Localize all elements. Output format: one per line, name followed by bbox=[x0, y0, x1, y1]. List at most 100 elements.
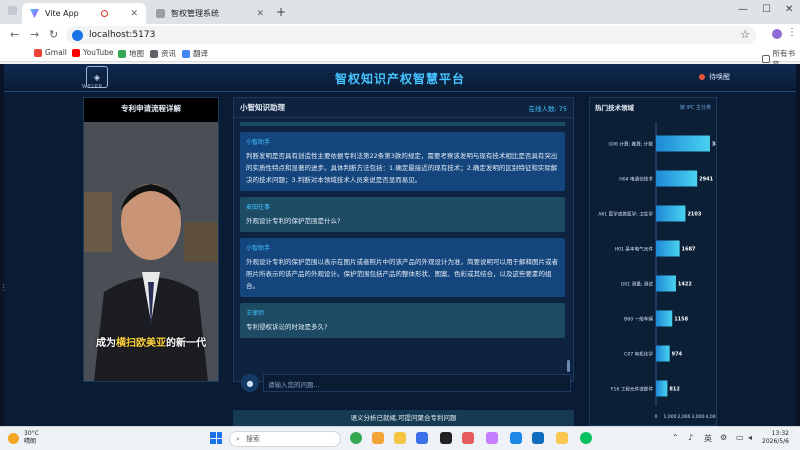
chat-scrollbar[interactable] bbox=[567, 360, 570, 372]
maps-icon bbox=[118, 49, 126, 58]
address-bar-row: ← → ↻ localhost:5173 ☆ bbox=[0, 24, 800, 46]
bookmark-youtube[interactable]: YouTube bbox=[72, 48, 114, 57]
chrome-icon[interactable] bbox=[350, 432, 362, 444]
bar[interactable] bbox=[656, 205, 686, 222]
app-icon[interactable] bbox=[462, 432, 474, 444]
maximize-icon[interactable]: ☐ bbox=[762, 4, 771, 15]
new-tab-button[interactable]: + bbox=[276, 5, 286, 19]
online-count: 在线人数: 75 bbox=[528, 104, 567, 113]
category-label: A61 医学或兽医学; 卫生学 bbox=[598, 211, 653, 218]
minimize-icon[interactable]: — bbox=[738, 4, 748, 15]
address-bar[interactable]: localhost:5173 ☆ bbox=[66, 26, 756, 44]
bookmark-gmail[interactable]: Gmail bbox=[34, 48, 67, 57]
x-tick-label: 3,000 bbox=[692, 414, 705, 420]
penguin-icon[interactable] bbox=[440, 432, 452, 444]
category-label: H01 基本电气元件 bbox=[615, 246, 654, 253]
taskbar-clock[interactable]: 13:32 2026/5/6 bbox=[762, 430, 789, 446]
folder-icon bbox=[762, 55, 770, 63]
category-label: H04 电通信技术 bbox=[619, 176, 653, 183]
bar[interactable] bbox=[656, 310, 673, 327]
presenter-video[interactable]: 成为横扫欧美亚的新一代 bbox=[84, 122, 218, 381]
bar[interactable] bbox=[656, 170, 698, 187]
bookmark-translate[interactable]: 翻译 bbox=[182, 48, 208, 59]
bar[interactable] bbox=[656, 380, 668, 397]
tab-management-system[interactable]: 智权管理系统 ✕ bbox=[148, 3, 272, 24]
settings-icon[interactable] bbox=[372, 432, 384, 444]
search-icon: ⌕ bbox=[236, 434, 240, 443]
microphone-icon[interactable]: ♪ bbox=[688, 433, 693, 442]
chat-message: 麦田往事 外观设计专利的保护范围是什么? bbox=[240, 197, 565, 232]
profile-avatar[interactable] bbox=[772, 29, 782, 39]
message-sender: 王律师 bbox=[246, 310, 265, 317]
bar[interactable] bbox=[656, 135, 710, 152]
page-title: 智权知识产权智慧平台 bbox=[334, 72, 465, 86]
bar[interactable] bbox=[656, 345, 670, 362]
ime-indicator[interactable]: 英 bbox=[704, 433, 712, 444]
close-icon[interactable]: ✕ bbox=[130, 9, 138, 19]
app-icon[interactable] bbox=[486, 432, 498, 444]
weather-widget[interactable]: 30°C 晴朗 bbox=[8, 430, 39, 446]
data-label: 2941 bbox=[699, 177, 713, 183]
recording-icon bbox=[101, 10, 109, 17]
tab-strip: Vite App ✕ 智权管理系统 ✕ + — ☐ ✕ bbox=[0, 0, 800, 24]
bookmark-news[interactable]: 资讯 bbox=[150, 48, 176, 59]
tech-field-panel: 热门技术领域 按 IPC 主分类 G06 计算; 推算; 计数 3852 H04 电… bbox=[589, 97, 717, 426]
app-icon[interactable] bbox=[416, 432, 428, 444]
taskbar: 30°C 晴朗 ⌕ 搜索 ⌃ ♪ 英 ⚙ ▭ ◂ 13:32 2026/5/6 bbox=[0, 426, 800, 450]
chat-message: 王律师 专利侵权诉讼的时效是多久? bbox=[240, 303, 565, 338]
chat-messages[interactable]: 小智助手 判断发明是否具有创造性主要依据专利法第22条第3款的规定，需要考察该发… bbox=[240, 122, 565, 368]
chat-title: 小智知识助理 bbox=[240, 103, 285, 112]
browser-chrome: Vite App ✕ 智权管理系统 ✕ + — ☐ ✕ ← → ↻ localh… bbox=[0, 0, 800, 69]
close-icon[interactable]: ✕ bbox=[256, 9, 264, 19]
app-root: ◈ WEIPR 智权知识产权智慧平台 待唤醒 专利申请流程详解 成为横扫欧美亚的… bbox=[4, 64, 796, 426]
back-icon[interactable]: ← bbox=[10, 28, 19, 41]
tech-panel-title: 热门技术领域 bbox=[595, 104, 634, 112]
video-caption: 成为横扫欧美亚的新一代 bbox=[96, 338, 206, 349]
reload-icon[interactable]: ↻ bbox=[49, 28, 58, 41]
news-icon bbox=[150, 49, 158, 58]
video-panel-title: 专利申请流程详解 bbox=[84, 98, 218, 122]
weather-temp: 30°C bbox=[24, 430, 39, 437]
message-text: 判断发明是否具有创造性主要依据专利法第22条第3款的规定，需要考察该发明与现有技… bbox=[246, 152, 558, 184]
settings-tray-icon[interactable]: ⚙ bbox=[720, 433, 727, 442]
microphone-icon[interactable]: ● bbox=[241, 374, 259, 392]
clock-time: 13:32 bbox=[771, 430, 789, 437]
bookmark-star-icon[interactable]: ☆ bbox=[740, 28, 750, 41]
chevron-up-icon[interactable]: ⌃ bbox=[672, 433, 679, 442]
tab-vite-app[interactable]: Vite App ✕ bbox=[22, 3, 146, 24]
taskbar-search-label: 搜索 bbox=[245, 435, 260, 443]
tab-search-icon[interactable] bbox=[8, 6, 17, 15]
forward-icon[interactable]: → bbox=[30, 28, 39, 41]
bar[interactable] bbox=[656, 275, 676, 292]
app-icon[interactable] bbox=[532, 432, 544, 444]
question-input[interactable]: 请输入您的问题... bbox=[263, 374, 571, 392]
vite-logo-icon bbox=[30, 9, 39, 18]
bookmark-maps[interactable]: 地图 bbox=[118, 48, 144, 59]
tech-panel-legend: 按 IPC 主分类 bbox=[679, 104, 711, 111]
message-text: 外观设计专利的保护范围以表示在图片或者照片中的该产品的外观设计为准，简要说明可以… bbox=[246, 258, 558, 290]
video-panel: 专利申请流程详解 成为横扫欧美亚的新一代 bbox=[83, 97, 219, 382]
menu-icon[interactable]: ⋮ bbox=[787, 27, 797, 38]
message-sender: 麦田往事 bbox=[246, 204, 271, 211]
data-label: 974 bbox=[672, 352, 683, 358]
x-tick-label: 2,000 bbox=[678, 414, 691, 420]
vscode-icon[interactable] bbox=[510, 432, 522, 444]
sun-icon bbox=[8, 432, 19, 444]
battery-icon[interactable]: ▭ bbox=[736, 433, 744, 442]
speaker-icon[interactable]: ◂ bbox=[748, 433, 752, 442]
category-label: B60 一般车辆 bbox=[624, 316, 653, 323]
chat-message: 小智助手 判断发明是否具有创造性主要依据专利法第22条第3款的规定，需要考察该发… bbox=[240, 132, 565, 191]
window-close-icon[interactable]: ✕ bbox=[785, 4, 793, 15]
url-text: localhost:5173 bbox=[89, 30, 156, 40]
category-label: C07 有机化学 bbox=[624, 351, 653, 358]
taskbar-search[interactable]: ⌕ 搜索 bbox=[229, 431, 341, 447]
site-info-icon[interactable] bbox=[72, 29, 83, 41]
wechat-icon[interactable] bbox=[580, 432, 592, 444]
windows-start-icon[interactable] bbox=[210, 432, 222, 444]
analysis-status-bar: 语义分析已就绪,可提问聚合专利问题 bbox=[233, 410, 574, 426]
chat-header: 小智知识助理 在线人数: 75 bbox=[234, 98, 573, 118]
status-text: 待唤醒 bbox=[709, 73, 730, 81]
bar[interactable] bbox=[656, 240, 680, 257]
folder-icon[interactable] bbox=[556, 432, 568, 444]
file-explorer-icon[interactable] bbox=[394, 432, 406, 444]
